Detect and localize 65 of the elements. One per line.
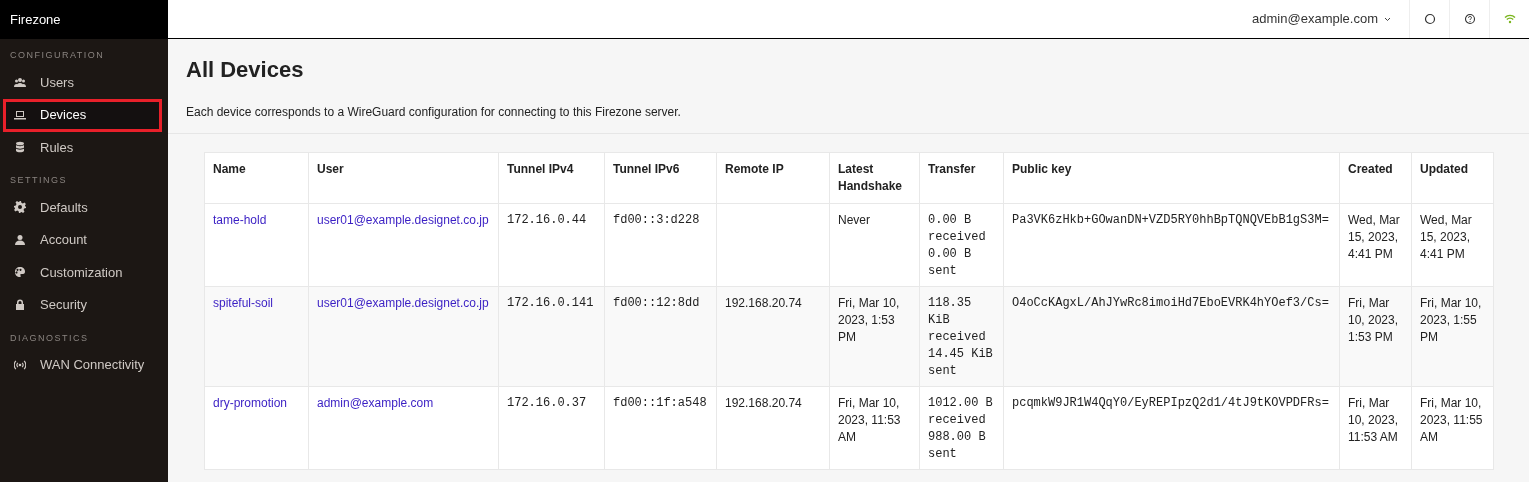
device-name-link[interactable]: tame-hold [213,213,267,228]
user-menu[interactable]: admin@example.com [1234,0,1409,38]
lock-icon [14,298,26,311]
sidebar-item[interactable]: Devices [3,99,162,132]
column-header: Tunnel IPv6 [604,152,717,204]
circle-icon[interactable] [1423,13,1436,25]
column-header: Tunnel IPv4 [498,152,605,204]
table-cell: 172.16.0.44 [498,203,605,287]
column-header: User [308,152,499,204]
column-header: Name [204,152,309,204]
table-cell: 0.00 B received 0.00 B sent [919,203,1004,287]
sidebar-item[interactable]: Users [3,66,162,99]
table-cell: Fri, Mar 10, 2023, 1:53 PM [1339,286,1412,387]
users-icon [14,76,26,89]
table-cell: pcqmkW9JR1W4QqY0/EyREPIpzQ2d1/4tJ9tKOVPDFRs= [1003,386,1340,470]
section-heading: SETTINGS [9,174,68,187]
table-cell: Never [829,203,920,287]
section-heading: DIAGNOSTICS [9,331,90,345]
table-cell: 192.168.20.74 [716,286,830,387]
table-cell: 118.35 KiB received 14.45 KiB sent [919,286,1004,387]
table-cell: 172.16.0.37 [498,386,605,470]
sidebar-item[interactable]: Security [3,289,162,322]
table-cell: Fri, Mar 10, 2023, 1:55 PM [1411,286,1494,387]
table-cell: Fri, Mar 10, 2023, 11:53 AM [1339,386,1412,470]
table-cell: 192.168.20.74 [716,386,830,470]
device-name-link[interactable]: spiteful-soil [213,296,274,311]
table-cell: O4oCcKAgxL/AhJYwRc8imoiHd7EboEVRK4hYOef3/Cs= [1003,286,1340,387]
sidebar-item[interactable]: Defaults [3,191,162,224]
database-icon [14,141,26,154]
user-email-link[interactable]: user01@example.designet.co.jp [317,213,489,228]
table-cell: Fri, Mar 10, 2023, 11:55 AM [1411,386,1494,470]
help-icon[interactable] [1463,13,1476,25]
table-cell: fd00::3:d228 [604,203,717,287]
user-email-link[interactable]: user01@example.designet.co.jp [317,296,489,311]
table-cell: fd00::12:8dd [604,286,717,387]
person-icon [14,233,26,246]
section-heading: CONFIGURATION [9,49,106,62]
table-cell: 1012.00 B received 988.00 B sent [919,386,1004,470]
table-cell: 172.16.0.141 [498,286,605,387]
table-cell: Wed, Mar 15, 2023, 4:41 PM [1411,203,1494,287]
table-cell: Fri, Mar 10, 2023, 1:53 PM [829,286,920,387]
sidebar-item[interactable]: Customization [3,256,162,289]
column-header: Latest Handshake [829,152,920,204]
sidebar-item[interactable]: WAN Connectivity [3,349,162,382]
column-header: Updated [1411,152,1494,204]
table-cell: Wed, Mar 15, 2023, 4:41 PM [1339,203,1412,287]
gear-icon [14,201,26,214]
sidebar-item[interactable]: Rules [3,131,162,164]
column-header: Remote IP [716,152,830,204]
user-email-link[interactable]: admin@example.com [317,396,434,411]
palette-icon [14,266,26,279]
page-description: Each device corresponds to a WireGuard configuration for connecting to this Firezone server. [186,104,682,122]
sidebar-item[interactable]: Account [3,224,162,257]
device-name-link[interactable]: dry-promotion [213,396,288,411]
column-header: Transfer [919,152,1004,204]
page-title: All Devices [186,57,305,84]
caret-icon [1384,16,1391,22]
table-cell: Fri, Mar 10, 2023, 11:53 AM [829,386,920,470]
table-cell: Pa3VK6zHkb+GOwanDN+VZD5RY0hhBpTQNQVEbB1gS3M= [1003,203,1340,287]
table-cell: fd00::1f:a548 [604,386,717,470]
column-header: Created [1339,152,1412,204]
column-header: Public key [1003,152,1340,204]
broadcast-icon [14,358,26,371]
brand-logo-text: Firezone [0,0,168,39]
laptop-icon [14,108,26,121]
